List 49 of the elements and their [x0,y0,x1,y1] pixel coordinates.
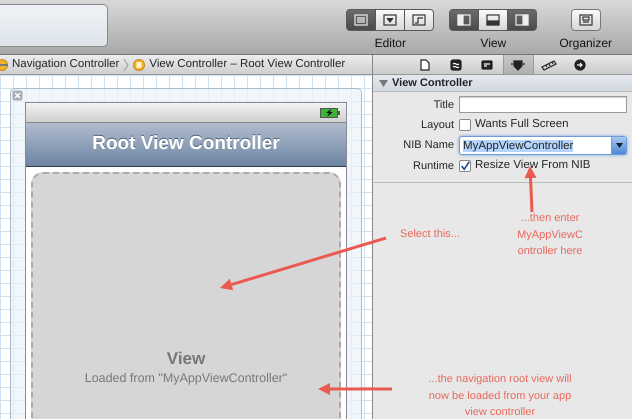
tuxedo-icon [383,14,398,26]
arrow-circle-icon [574,58,586,70]
toolbar-button[interactable] [479,10,508,30]
inspector-tab[interactable] [502,55,534,74]
card-icon [481,58,493,70]
search-field[interactable] [0,4,108,47]
toolbar-button[interactable] [376,10,404,30]
title-field[interactable] [459,96,627,114]
disclosure-triangle-icon[interactable] [379,79,388,87]
controller-icon [133,58,146,70]
toolbar-button[interactable] [508,10,536,30]
toolbar-label: Editor [374,35,406,52]
document-icon [354,14,368,26]
toolbar-button[interactable] [405,10,434,30]
field-label: Layout [420,118,454,130]
checkbox[interactable] [459,118,471,131]
toolbar-button[interactable] [450,10,478,30]
wave-icon [450,58,462,70]
nib-name-combo-box[interactable]: MyAppViewController [459,136,627,155]
section-title: View Controller [392,76,472,91]
file-icon [420,58,430,70]
checkbox[interactable] [459,160,471,172]
annotation-text: ...then enter MyAppViewC ontroller here [516,211,584,259]
annotation-text: ...the navigation root view will now be loaded from your app view controller [427,372,573,419]
breadcrumb-item[interactable]: View Controller – Root View Controller [149,56,346,74]
toolbar-button[interactable] [347,10,376,30]
checkbox-label: Resize View From NIB [475,158,590,174]
ruler-icon [541,58,557,70]
view-subtitle: Loaded from "MyAppViewController" [84,370,288,387]
navigation-title: Root View Controller [92,132,280,156]
field-label: NIB Name [403,139,454,151]
left-panel-icon [457,14,472,26]
breadcrumb-item[interactable]: Navigation Controller [12,56,120,74]
toolbar-label: View [480,35,506,52]
section-header[interactable]: View Controller [373,75,632,92]
toolbar-button[interactable] [572,10,600,30]
step-line-icon [412,14,426,26]
chevron-icon [123,58,130,72]
window-icon [578,14,593,26]
annotation-text: Select this... [399,227,461,242]
battery-icon [320,108,340,118]
shield-icon [510,58,526,70]
bottom-panel-icon [486,14,500,26]
field-label: Title [434,98,454,110]
view-title: View [166,350,206,369]
right-panel-icon [515,14,530,26]
field-label: Runtime [413,160,454,172]
checkbox-label: Wants Full Screen [475,117,569,132]
toolbar-label: Organizer [559,35,612,52]
